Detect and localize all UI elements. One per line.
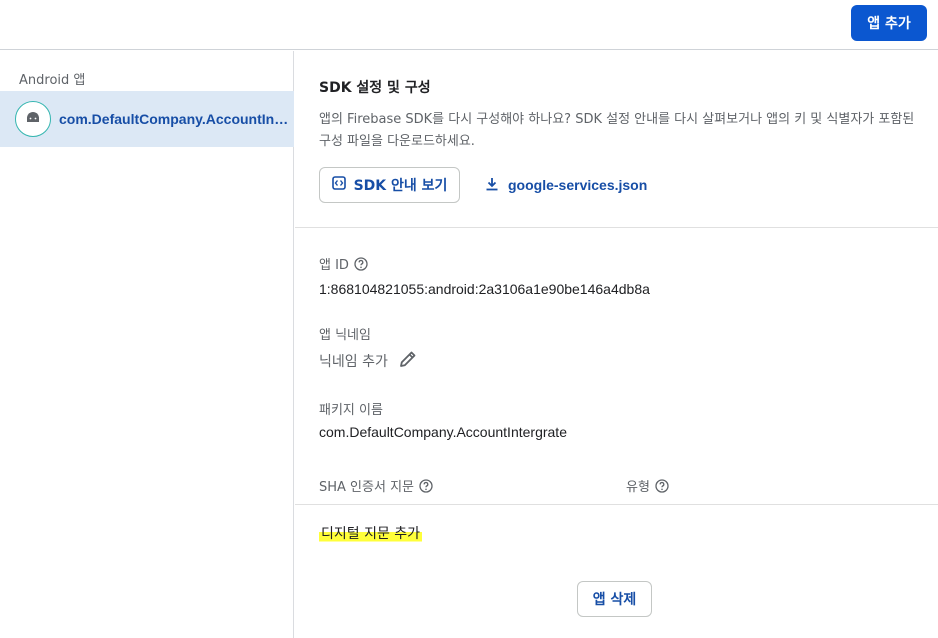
sdk-description: 앱의 Firebase SDK를 다시 구성해야 하나요? SDK 설정 안내를… [319,112,915,149]
divider [295,504,938,505]
sidebar-heading: Android 앱 [19,73,86,88]
download-icon [485,177,499,194]
type-label-row: 유형 [626,476,669,495]
avatar [15,101,51,137]
type-label: 유형 [626,480,650,495]
nickname-row[interactable]: 닉네임 추가 [319,349,418,373]
edit-pencil-icon[interactable] [398,349,418,373]
package-name-label: 패키지 이름 [319,403,383,418]
sha-fingerprint-label: SHA 인증서 지문 [319,480,414,495]
code-icon [331,176,346,194]
download-config-label: google-services.json [508,177,648,193]
app-sidebar: Android 앱 com.DefaultCompany.AccountInte… [0,51,294,638]
sdk-guide-button[interactable]: SDK 안내 보기 [319,167,460,203]
download-config-link[interactable]: google-services.json [485,167,647,203]
delete-app-button[interactable]: 앱 삭제 [577,581,652,617]
app-settings-panel: SDK 설정 및 구성 앱의 Firebase SDK를 다시 구성해야 하나요… [295,51,938,638]
package-name-value: com.DefaultCompany.AccountIntergrate [319,424,567,440]
sha-label-row: SHA 인증서 지문 [319,476,433,495]
help-icon[interactable] [354,256,368,271]
top-bar: 앱 추가 [0,0,938,50]
sidebar-item-app[interactable]: com.DefaultCompany.AccountIntergrate [0,91,294,147]
help-icon[interactable] [419,478,433,493]
add-fingerprint-link[interactable]: 디지털 지문 추가 [319,523,423,543]
nickname-label: 앱 닉네임 [319,328,371,343]
add-app-button[interactable]: 앱 추가 [851,5,927,41]
nickname-value: 닉네임 추가 [319,354,388,370]
sdk-guide-label: SDK 안내 보기 [353,178,448,194]
sidebar-item-label: com.DefaultCompany.AccountIntergrate [59,111,289,127]
android-icon [25,110,41,128]
help-icon[interactable] [655,478,669,493]
app-id-value: 1:868104821055:android:2a3106a1e90be146a… [319,281,650,297]
sdk-section-title: SDK 설정 및 구성 [319,80,431,96]
app-id-label: 앱 ID [319,258,349,273]
sdk-card: SDK 설정 및 구성 앱의 Firebase SDK를 다시 구성해야 하나요… [295,51,938,228]
app-id-label-row: 앱 ID [319,254,368,273]
